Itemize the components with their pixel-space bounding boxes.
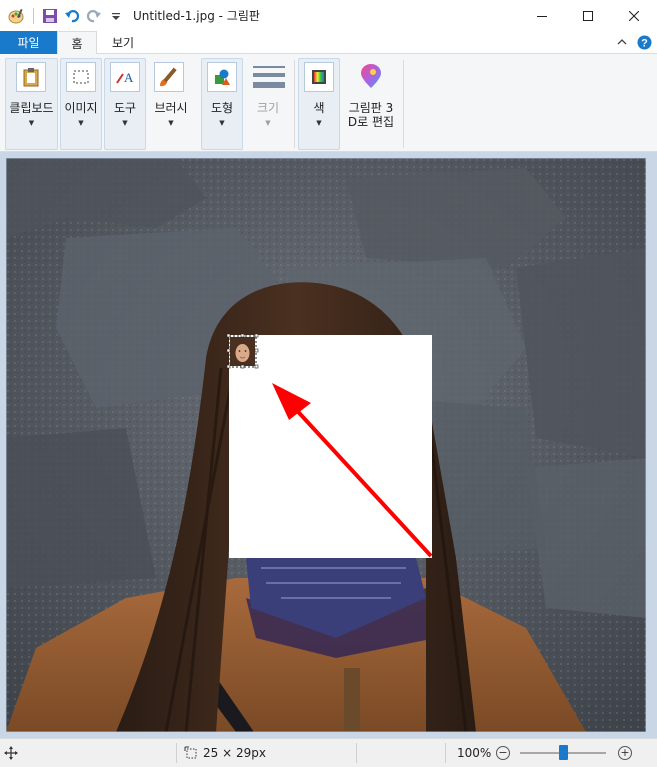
redo-icon[interactable] [83,5,105,27]
clipboard-dropdown-icon: ▼ [28,119,35,127]
zipper [344,668,360,732]
minimize-icon [537,15,547,17]
clipboard-label: 클립보드 [9,101,54,115]
paint3d-label-line2: D로 편집 [347,115,395,129]
brushes-group[interactable]: 브러시 ▼ [148,58,194,150]
status-separator [356,743,357,763]
select-icon [66,62,96,92]
zoom-in-icon: + [618,746,632,760]
shapes-dropdown-icon: ▼ [219,119,225,127]
brushes-dropdown-icon: ▼ [168,119,174,127]
ribbon-divider [294,60,295,148]
shapes-icon [207,62,237,92]
brushes-label: 브러시 [154,101,188,115]
window-controls [519,0,657,31]
tab-home[interactable]: 홈 [57,31,97,55]
svg-text:A: A [124,70,134,85]
stone-block [516,248,646,458]
ribbon: 클립보드 ▼ 이미지 ▼ A 도구 ▼ 브러시 ▼ 도형 ▼ 크기 ▼ 색 ▼ … [0,54,657,152]
paint3d-group[interactable]: 그림판 3 D로 편집 [342,58,400,150]
customize-dropdown-icon[interactable] [105,5,127,27]
svg-text:?: ? [641,37,648,49]
zoom-out-icon: − [496,746,510,760]
status-separator [445,743,446,763]
size-label: 크기 [256,101,280,115]
status-bar: 25 × 29px 100% − + [0,738,657,767]
zoom-out-button[interactable]: − [496,739,510,767]
clipboard-group[interactable]: 클립보드 ▼ [5,58,58,150]
text-tool-icon: A [110,62,140,92]
minimize-button[interactable] [519,0,565,31]
maximize-button[interactable] [565,0,611,31]
shapes-group[interactable]: 도형 ▼ [201,58,243,150]
zoom-level-text: 100% [457,746,492,760]
image-group[interactable]: 이미지 ▼ [60,58,102,150]
line-size-icon [251,62,287,92]
paint3d-icon [356,62,386,92]
undo-icon[interactable] [61,5,83,27]
quick-access-toolbar [0,0,127,31]
maximize-icon [583,10,593,21]
tools-label: 도구 [113,101,137,115]
selection-size-text: 25 × 29px [203,746,266,760]
face-thumbnail [230,337,255,366]
zoom-in-button[interactable]: + [618,739,632,767]
title-bar: Untitled-1.jpg - 그림판 [0,0,657,31]
canvas-image[interactable] [6,158,646,732]
tools-dropdown-icon: ▼ [122,119,128,127]
cursor-position-icon [4,739,18,767]
tools-group[interactable]: A 도구 ▼ [104,58,146,150]
ribbon-divider [403,60,404,148]
qat-separator [33,7,34,24]
tab-view[interactable]: 보기 [100,31,146,54]
tab-file[interactable]: 파일 [0,31,57,54]
size-group[interactable]: 크기 ▼ [247,58,289,150]
brush-icon [154,62,184,92]
status-separator [176,743,177,763]
paint-app-icon[interactable] [6,5,28,27]
collapse-ribbon-icon[interactable] [614,34,630,50]
paint3d-label-line1: 그림판 3 [348,101,394,115]
help-icon[interactable]: ? [636,34,652,50]
selection-size-icon [184,739,198,767]
save-icon[interactable] [39,5,61,27]
colors-label: 색 [313,101,325,115]
ribbon-tabs: 파일 홈 보기 ? [0,31,657,55]
clipboard-icon [16,62,46,92]
window-title: Untitled-1.jpg - 그림판 [133,9,260,23]
zoom-slider-thumb[interactable] [558,745,568,760]
size-dropdown-icon: ▼ [265,119,271,127]
close-icon [629,10,639,21]
canvas-area[interactable] [0,152,657,738]
image-label: 이미지 [64,101,98,115]
paint3d-label: 그림판 3 D로 편집 [343,101,399,129]
colors-dropdown-icon: ▼ [316,119,322,127]
image-dropdown-icon: ▼ [78,119,84,127]
color-palette-icon [304,62,334,92]
close-button[interactable] [611,0,657,31]
colors-group[interactable]: 색 ▼ [298,58,340,150]
shapes-label: 도형 [210,101,234,115]
